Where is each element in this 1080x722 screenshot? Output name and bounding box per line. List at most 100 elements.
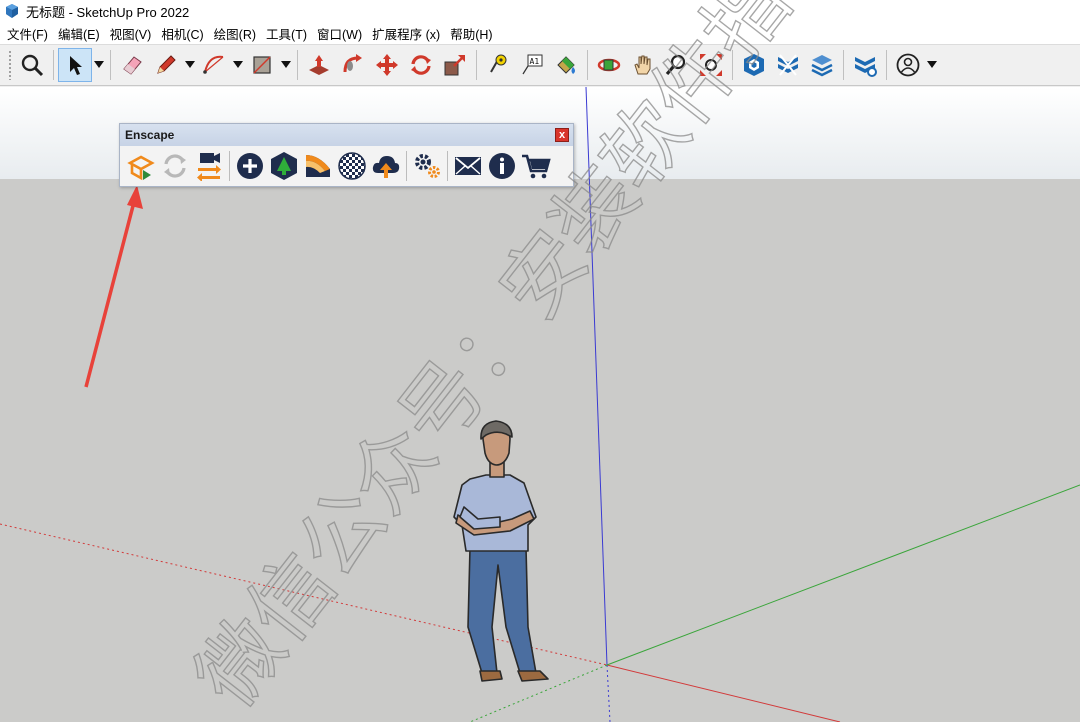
material-editor-button[interactable]	[301, 148, 335, 184]
scale-icon	[444, 55, 465, 76]
rectangle-icon	[253, 56, 271, 74]
menu-draw[interactable]: 绘图(R)	[211, 24, 263, 43]
select-arrow-icon	[70, 56, 82, 75]
push-pull-icon	[309, 55, 329, 75]
menu-extensions[interactable]: 扩展程序 (x)	[369, 24, 447, 43]
scale-button[interactable]	[438, 48, 472, 82]
model-viewport[interactable]: Enscape x	[0, 87, 1080, 722]
move-icon	[376, 54, 398, 76]
text-label-button[interactable]: A1	[515, 48, 549, 82]
extension-manager-icon	[855, 57, 877, 77]
zoom-extents-button[interactable]	[694, 48, 728, 82]
orbit-icon	[597, 58, 621, 72]
orbit-button[interactable]	[592, 48, 626, 82]
chevron-down-icon	[281, 61, 291, 68]
zoom-button[interactable]	[660, 48, 694, 82]
eraser-icon	[123, 56, 142, 75]
menu-camera[interactable]: 相机(C)	[158, 24, 210, 43]
svg-text:A1: A1	[530, 57, 540, 66]
push-pull-button[interactable]	[302, 48, 336, 82]
menu-edit[interactable]: 编辑(E)	[55, 24, 107, 43]
paint-bucket-icon	[557, 56, 575, 74]
layout-icon	[811, 55, 833, 77]
paint-bucket-button[interactable]	[549, 48, 583, 82]
warehouse-icon	[744, 54, 764, 76]
live-update-button[interactable]	[158, 148, 192, 184]
move-button[interactable]	[370, 48, 404, 82]
eraser-button[interactable]	[115, 48, 149, 82]
live-update-icon	[164, 154, 186, 178]
warehouse-button[interactable]	[737, 48, 771, 82]
pan-button[interactable]	[626, 48, 660, 82]
rectangle-dropdown[interactable]	[279, 48, 293, 82]
settings-icon	[415, 154, 440, 178]
upload-button[interactable]	[369, 148, 403, 184]
pencil-button[interactable]	[149, 48, 183, 82]
extension-warehouse-icon	[778, 54, 798, 76]
enscape-toolbar: Enscape x	[119, 123, 574, 187]
shop-cart-icon	[522, 154, 551, 179]
about-info-icon	[489, 153, 515, 179]
search-button[interactable]	[15, 48, 49, 82]
enscape-title: Enscape	[125, 128, 175, 142]
follow-me-icon	[343, 54, 362, 73]
settings-button[interactable]	[410, 148, 444, 184]
account-dropdown[interactable]	[925, 48, 939, 82]
arc-dropdown[interactable]	[231, 48, 245, 82]
menu-bar: 文件(F) 编辑(E) 视图(V) 相机(C) 绘图(R) 工具(T) 窗口(W…	[0, 22, 1080, 44]
material-sphere-button[interactable]	[335, 148, 369, 184]
red-axis	[606, 664, 841, 722]
rectangle-button[interactable]	[245, 48, 279, 82]
select-button[interactable]	[58, 48, 92, 82]
toolbar-grip[interactable]	[8, 50, 12, 80]
menu-help[interactable]: 帮助(H)	[447, 24, 499, 43]
menu-view[interactable]: 视图(V)	[107, 24, 159, 43]
asset-library-icon	[271, 152, 297, 180]
enscape-title-bar[interactable]: Enscape x	[120, 124, 573, 146]
sketchup-logo-icon	[6, 4, 18, 18]
arc-button[interactable]	[197, 48, 231, 82]
account-icon	[896, 53, 920, 77]
pencil-dropdown[interactable]	[183, 48, 197, 82]
text-label-icon: A1	[522, 54, 543, 75]
title-bar: 无标题 - SketchUp Pro 2022	[0, 0, 1080, 22]
rotate-button[interactable]	[404, 48, 438, 82]
start-enscape-icon	[127, 155, 155, 181]
extension-manager-button[interactable]	[848, 48, 882, 82]
add-view-button[interactable]	[233, 148, 267, 184]
pencil-icon	[157, 55, 176, 74]
tape-measure-button[interactable]	[481, 48, 515, 82]
about-info-button[interactable]	[485, 148, 519, 184]
sync-views-button[interactable]	[192, 148, 226, 184]
add-view-icon	[237, 153, 263, 179]
menu-file[interactable]: 文件(F)	[4, 24, 55, 43]
arc-icon	[203, 55, 224, 74]
enscape-close-button[interactable]: x	[555, 128, 569, 142]
select-dropdown[interactable]	[92, 48, 106, 82]
main-toolbar: A1	[0, 44, 1080, 86]
material-sphere-icon	[338, 152, 366, 180]
tape-measure-icon	[490, 54, 507, 73]
feedback-mail-icon	[455, 157, 481, 175]
menu-tools[interactable]: 工具(T)	[263, 24, 314, 43]
start-enscape-button[interactable]	[124, 148, 158, 184]
enscape-button-row	[120, 146, 573, 186]
green-axis	[606, 484, 1080, 666]
chevron-down-icon	[233, 61, 243, 68]
feedback-mail-button[interactable]	[451, 148, 485, 184]
blue-axis	[585, 87, 608, 666]
zoom-icon	[665, 54, 686, 76]
scale-figure	[453, 420, 549, 682]
follow-me-button[interactable]	[336, 48, 370, 82]
asset-library-button[interactable]	[267, 148, 301, 184]
zoom-extents-icon	[700, 54, 722, 76]
menu-window[interactable]: 窗口(W)	[314, 24, 369, 43]
upload-icon	[372, 156, 400, 178]
extension-warehouse-button[interactable]	[771, 48, 805, 82]
pan-icon	[634, 55, 651, 75]
layout-button[interactable]	[805, 48, 839, 82]
account-button[interactable]	[891, 48, 925, 82]
shop-cart-button[interactable]	[519, 148, 553, 184]
rotate-icon	[411, 55, 431, 75]
search-icon	[21, 54, 44, 77]
